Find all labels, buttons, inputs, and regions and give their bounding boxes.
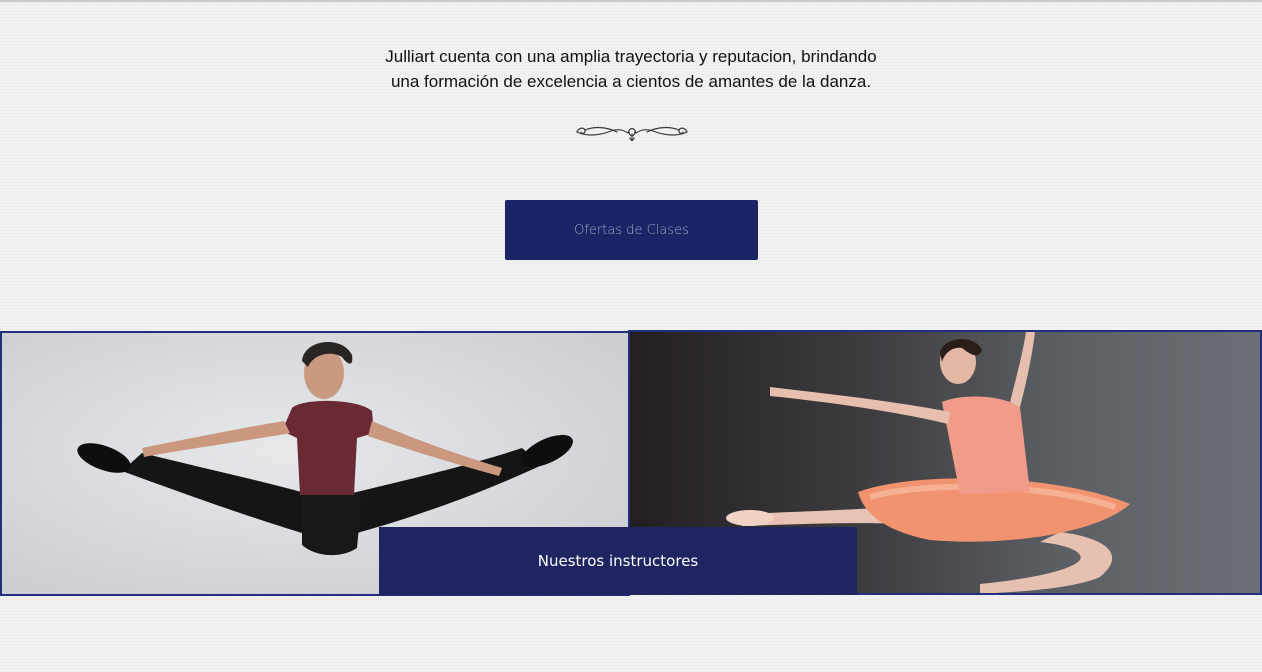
intro-text: Julliart cuenta con una amplia trayector…	[331, 44, 931, 94]
intro-line-2: una formación de excelencia a cientos de…	[390, 72, 872, 91]
intro-line-1: Julliart cuenta con una amplia trayector…	[385, 47, 877, 66]
top-divider-line	[0, 0, 1262, 2]
flourish-ornament-icon	[573, 119, 691, 145]
our-instructors-button[interactable]: Nuestros instructores	[379, 527, 857, 595]
class-offers-button[interactable]: Ofertas de Clases	[505, 200, 758, 260]
